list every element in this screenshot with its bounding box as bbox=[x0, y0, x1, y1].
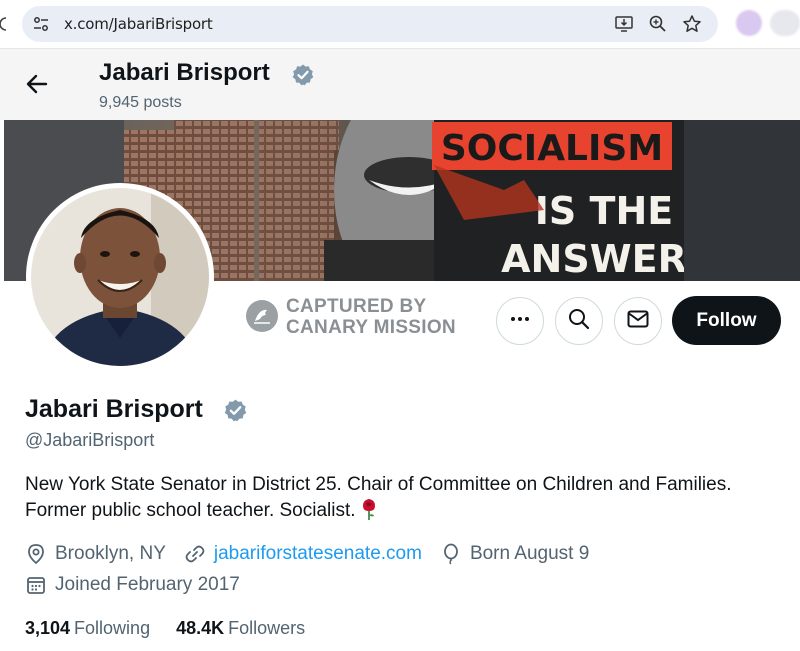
profile-header-bar: Jabari Brisport 9,945 posts bbox=[0, 48, 800, 120]
more-icon bbox=[509, 308, 531, 335]
location-text: Brooklyn, NY bbox=[55, 543, 166, 564]
balloon-icon bbox=[440, 543, 462, 565]
profile-avatar[interactable] bbox=[31, 188, 209, 366]
rose-icon bbox=[360, 497, 378, 521]
follow-button[interactable]: Follow bbox=[672, 296, 781, 345]
search-profile-button[interactable] bbox=[555, 297, 603, 345]
post-count: 9,945 posts bbox=[99, 94, 182, 111]
reload-icon[interactable] bbox=[0, 14, 8, 34]
following-link[interactable]: 3,104 Following bbox=[25, 618, 150, 639]
browser-toolbar: x.com/JabariBrisport bbox=[0, 0, 800, 48]
joined-text: Joined February 2017 bbox=[55, 574, 240, 595]
profile-handle: @JabariBrisport bbox=[25, 430, 155, 450]
header-display-name: Jabari Brisport bbox=[99, 59, 270, 86]
website-link[interactable]: jabariforstatesenate.com bbox=[214, 543, 422, 565]
banner-text-answer: ANSWER bbox=[501, 237, 687, 281]
zoom-icon[interactable] bbox=[648, 14, 668, 34]
joined-item: Joined February 2017 bbox=[25, 574, 240, 596]
profile-meta-row: Brooklyn, NY jabariforstatesenate.com Bo… bbox=[25, 543, 607, 565]
birthday-text: Born August 9 bbox=[469, 543, 590, 564]
bookmark-star-icon[interactable] bbox=[682, 14, 702, 34]
install-app-icon[interactable] bbox=[614, 14, 634, 34]
address-bar[interactable]: x.com/JabariBrisport bbox=[22, 6, 718, 42]
canary-mission-watermark: CAPTURED BY CANARY MISSION bbox=[246, 296, 466, 342]
watermark-line1: CAPTURED BY bbox=[286, 296, 427, 317]
calendar-icon bbox=[25, 574, 47, 596]
profile-display-name: Jabari Brisport bbox=[25, 395, 203, 423]
more-button[interactable] bbox=[496, 297, 544, 345]
birthday-item: Born August 9 bbox=[440, 543, 589, 565]
profile-joined-row: Joined February 2017 bbox=[25, 574, 258, 596]
verified-badge-icon[interactable] bbox=[291, 63, 315, 87]
profile-bio: New York State Senator in District 25. C… bbox=[25, 472, 745, 523]
location-item: Brooklyn, NY bbox=[25, 543, 166, 565]
link-icon bbox=[184, 543, 206, 565]
website-item[interactable]: jabariforstatesenate.com bbox=[184, 543, 422, 565]
browser-extension-icon[interactable] bbox=[770, 10, 800, 36]
following-label: Following bbox=[74, 618, 151, 638]
banner-text-socialism: SOCIALISM bbox=[441, 128, 663, 169]
verified-badge-icon[interactable] bbox=[223, 398, 248, 423]
followers-link[interactable]: 48.4K Followers bbox=[176, 618, 305, 639]
message-button[interactable] bbox=[614, 297, 662, 345]
follow-stats: 3,104 Following 48.4K Followers bbox=[25, 618, 331, 639]
url-text[interactable]: x.com/JabariBrisport bbox=[64, 15, 213, 33]
following-count: 3,104 bbox=[25, 618, 71, 638]
search-icon bbox=[567, 307, 591, 336]
back-arrow-icon[interactable] bbox=[24, 71, 50, 97]
location-pin-icon bbox=[25, 543, 47, 565]
browser-profile-avatar[interactable] bbox=[736, 10, 762, 36]
bio-text: New York State Senator in District 25. C… bbox=[25, 474, 732, 521]
message-icon bbox=[626, 307, 650, 336]
followers-count: 48.4K bbox=[176, 618, 225, 638]
watermark-line2: CANARY MISSION bbox=[286, 317, 456, 338]
banner-text-is-the: IS THE bbox=[535, 189, 673, 233]
followers-label: Followers bbox=[228, 618, 306, 638]
site-info-icon[interactable] bbox=[32, 15, 50, 33]
canary-logo-icon bbox=[246, 300, 278, 332]
